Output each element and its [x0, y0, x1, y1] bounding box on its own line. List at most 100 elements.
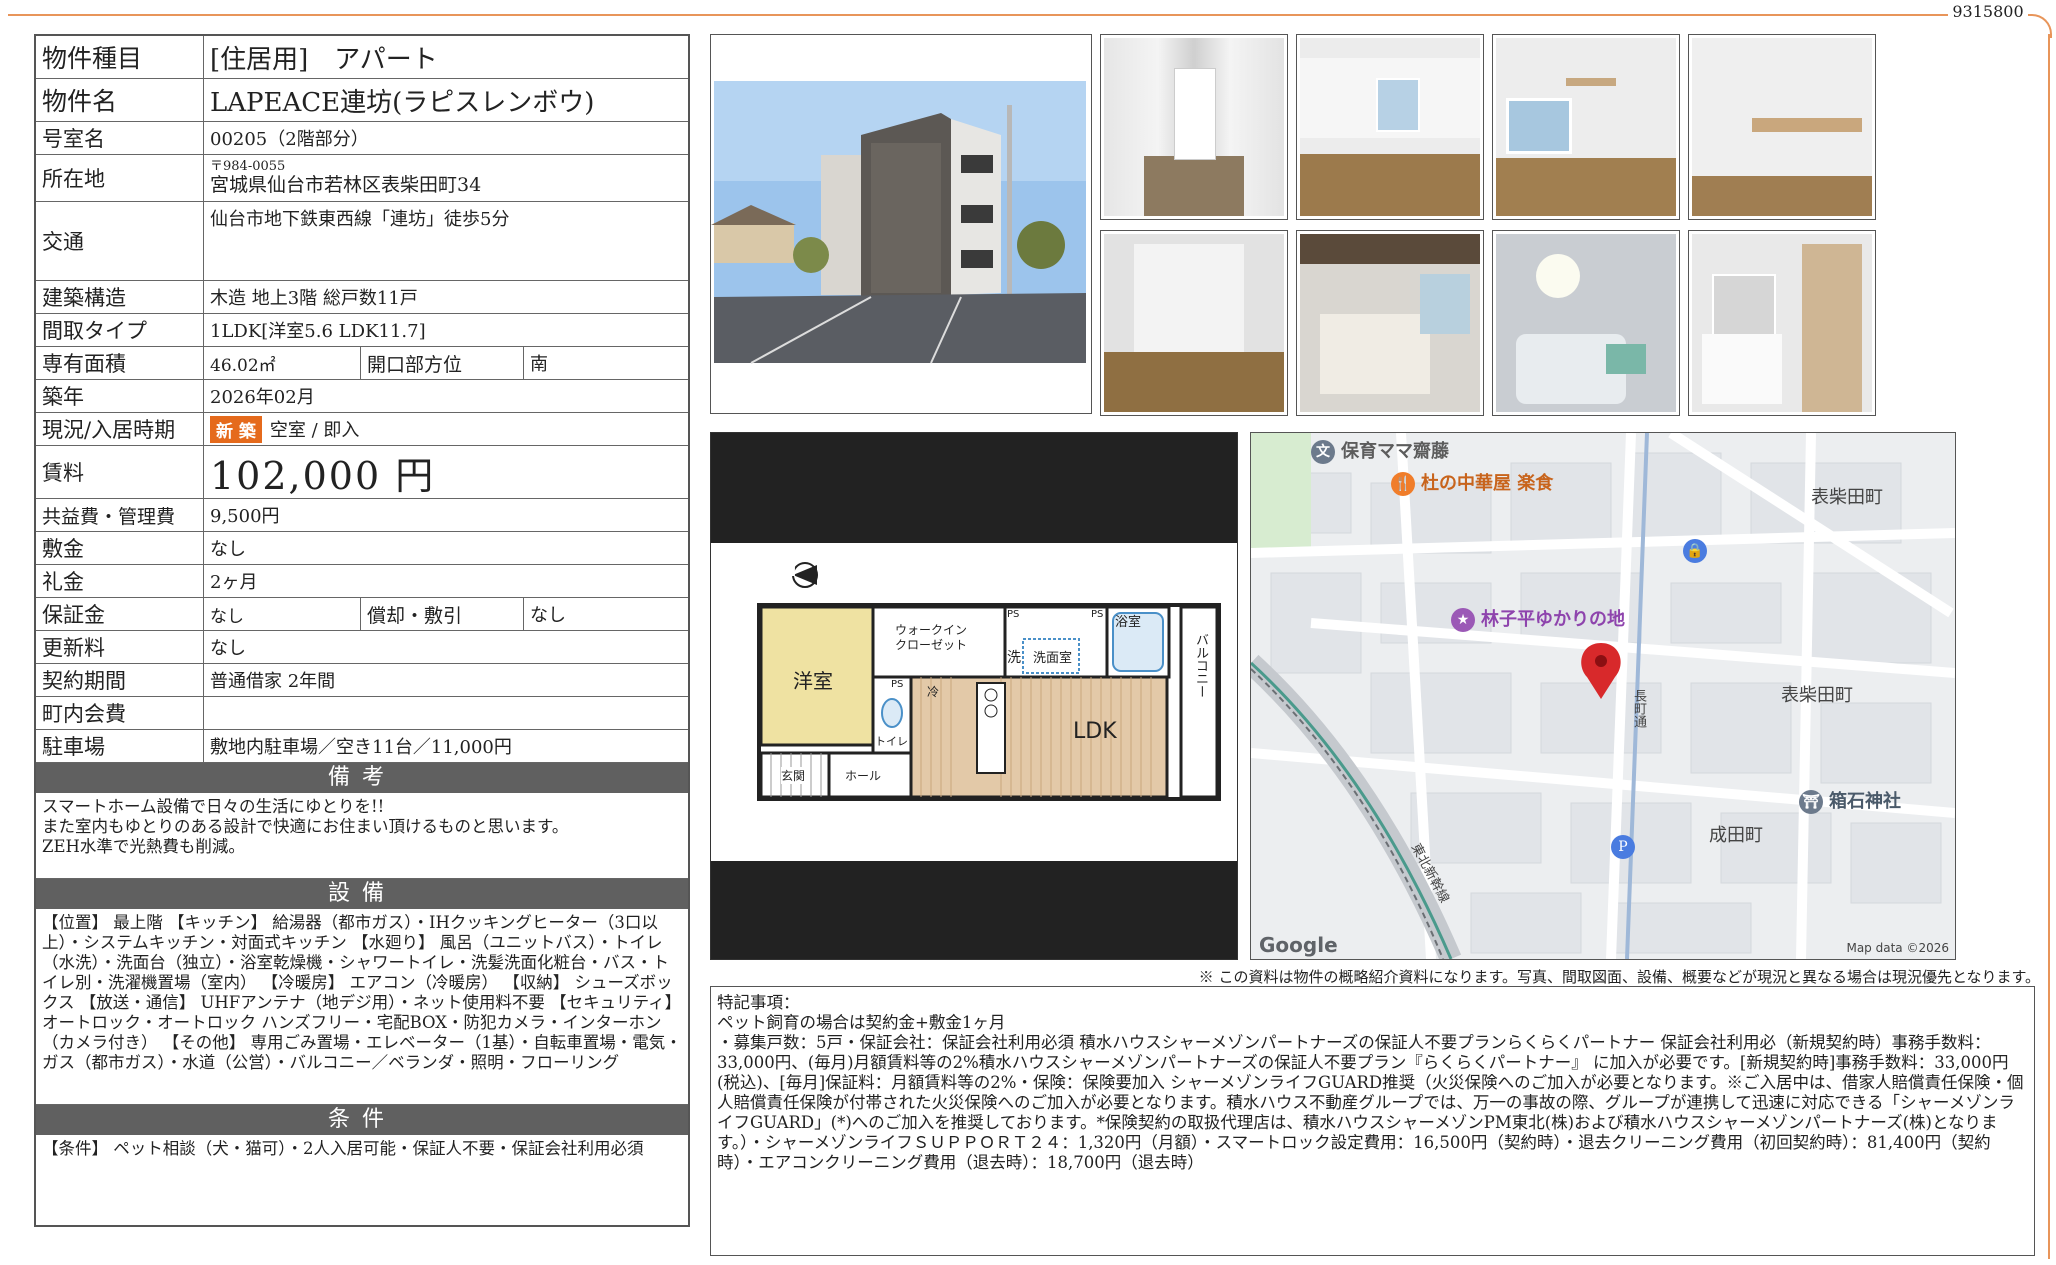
label-guarantee: 保証金 [36, 598, 204, 630]
school-icon: 文 [1311, 440, 1335, 464]
label-direction: 開口部方位 [360, 347, 524, 379]
value-key-money: 2ヶ月 [210, 572, 258, 593]
row-layout: 間取タイプ 1LDK[洋室5.6 LDK11.7] [36, 314, 688, 347]
label-room: 号室名 [36, 122, 204, 154]
label-built: 築年 [36, 380, 204, 412]
row-built: 築年 2026年02月 [36, 380, 688, 413]
row-fee: 共益費・管理費 9,500円 [36, 499, 688, 532]
area-label-1: 表柴田町 [1811, 487, 1883, 508]
value-parking: 敷地内駐車場／空き11台／11,000円 [210, 737, 512, 758]
hall-label: ホール [845, 769, 882, 783]
value-layout: 1LDK[洋室5.6 LDK11.7] [210, 321, 426, 342]
interior-photo-hallway [1100, 34, 1288, 220]
equipment-text: 【位置】 最上階 【キッチン】 給湯器（都市ガス）・IHクッキングヒーター（3口… [36, 909, 688, 1105]
restaurant-icon: 🍴 [1391, 472, 1415, 496]
row-transit: 交通 仙台市地下鉄東西線「連坊」徒歩5分 [36, 202, 688, 281]
label-structure: 建築構造 [36, 281, 204, 313]
exterior-photo [710, 34, 1092, 414]
ps-label-2: PS [1091, 609, 1104, 620]
value-built: 2026年02月 [210, 387, 315, 408]
label-renewal: 更新料 [36, 631, 204, 663]
interior-photo-room-1 [1296, 34, 1484, 220]
interior-photo-closet [1100, 230, 1288, 416]
value-address: 〒984-0055 宮城県仙台市若林区表柴田町34 [204, 155, 688, 201]
poi-shrine[interactable]: ⛩ 箱石神社 [1799, 787, 1901, 814]
interior-photo-kitchen [1296, 230, 1484, 416]
label-address: 所在地 [36, 155, 204, 201]
label-layout: 間取タイプ [36, 314, 204, 346]
label-status: 現況/入居時期 [36, 413, 204, 445]
value-room: 00205（2階部分） [210, 129, 369, 150]
label-area: 専有面積 [36, 347, 204, 379]
row-structure: 建築構造 木造 地上3階 総戸数11戸 [36, 281, 688, 314]
value-status: 新 築 空室 / 即入 [204, 413, 688, 445]
remarks-line-2: また室内もゆとりのある設計で快適にお住まい頂けるものと思います。 [42, 817, 569, 836]
interior-photo-bathroom [1492, 230, 1680, 416]
row-area: 専有面積 46.02㎡ 開口部方位 南 [36, 347, 688, 380]
label-contract: 契約期間 [36, 664, 204, 696]
poi-school[interactable]: 文保育ママ齋藤 [1311, 437, 1449, 464]
closet-photo-image [1104, 234, 1284, 412]
row-address: 所在地 〒984-0055 宮城県仙台市若林区表柴田町34 [36, 155, 688, 202]
location-map[interactable]: 文保育ママ齋藤 🍴 杜の中華屋 楽食 ★ 林子平ゆかりの地 ⛩ 箱石神社 🔒 P 表柴… [1250, 432, 1956, 960]
value-name: LAPEACE連坊(ラピスレンボウ) [210, 87, 595, 118]
washroom-photo-image [1692, 234, 1872, 412]
value-contract: 普通借家 2年間 [210, 671, 336, 692]
washing-machine-label: 洗 [1007, 650, 1021, 666]
address-text: 宮城県仙台市若林区表柴田町34 [210, 174, 482, 196]
conditions-text: 【条件】 ペット相談（犬・猫可）・2人入居可能・保証人不要・保証会社利用必須 [42, 1139, 644, 1158]
street-label: 長町通 [1631, 689, 1646, 728]
shrine-icon: ⛩ [1799, 790, 1823, 814]
washroom-label: 洗面室 [1033, 651, 1073, 666]
area-label-2: 表柴田町 [1781, 685, 1853, 706]
label-parking: 駐車場 [36, 730, 204, 762]
desk-photo-image [1692, 38, 1872, 216]
balcony-label: バルコニー [1193, 633, 1208, 698]
interior-photo-washroom [1688, 230, 1876, 416]
floor-plan: N 洋室 ウォークイン クローゼット PS PS PS 洗 洗面室 浴室 バルコ… [710, 432, 1238, 960]
value-direction: 南 [530, 354, 548, 375]
walkin-closet-label: ウォークイン クローゼット [895, 623, 968, 652]
parking-icon[interactable]: P [1611, 835, 1635, 859]
room-1-photo-image [1300, 38, 1480, 216]
remarks-line-3: ZEH水準で光熱費も削減。 [42, 837, 245, 856]
map-attribution: Map data ©2026 [1846, 941, 1949, 955]
row-type: 物件種目 [住居用] アパート [36, 36, 688, 79]
value-rent: 102,000 円 [210, 453, 436, 498]
value-association [204, 697, 688, 729]
lock-icon[interactable]: 🔒 [1683, 539, 1707, 563]
value-guarantee: なし [210, 606, 244, 627]
value-area: 46.02㎡ [210, 355, 276, 376]
ps-label-1: PS [1007, 609, 1020, 620]
property-table: 物件種目 [住居用] アパート 物件名 LAPEACE連坊(ラピスレンボウ) 号… [34, 34, 690, 1227]
poi-school-label: 保育ママ齋藤 [1341, 441, 1449, 462]
value-renewal: なし [210, 638, 246, 659]
value-structure: 木造 地上3階 総戸数11戸 [210, 288, 418, 309]
value-fee: 9,500円 [210, 506, 280, 527]
poi-historic-site[interactable]: ★ 林子平ゆかりの地 [1451, 605, 1625, 632]
kitchen-photo-image [1300, 234, 1480, 412]
row-room: 号室名 00205（2階部分） [36, 122, 688, 155]
value-amortization: なし [530, 605, 566, 626]
frame-top-border [8, 14, 1933, 16]
google-logo: Google [1259, 933, 1338, 957]
row-rent: 賃料 102,000 円 [36, 446, 688, 499]
floor-plan-drawing [757, 562, 1221, 801]
value-transit: 仙台市地下鉄東西線「連坊」徒歩5分 [210, 209, 510, 230]
equipment-header: 設備 [36, 879, 688, 909]
ps-label-3: PS [891, 679, 904, 690]
poi-restaurant-label: 杜の中華屋 楽食 [1421, 473, 1554, 494]
room-2-photo-image [1496, 38, 1676, 216]
row-contract: 契約期間 普通借家 2年間 [36, 664, 688, 697]
ldk-label: LDK [1073, 719, 1117, 744]
poi-restaurant[interactable]: 🍴 杜の中華屋 楽食 [1391, 469, 1553, 496]
hallway-photo-image [1104, 38, 1284, 216]
bathroom-photo-image [1496, 234, 1676, 412]
row-deposit: 敷金 なし [36, 532, 688, 565]
entrance-label: 玄関 [781, 767, 806, 784]
row-renewal: 更新料 なし [36, 631, 688, 664]
poi-shrine-label: 箱石神社 [1829, 791, 1901, 812]
label-association: 町内会費 [36, 697, 204, 729]
remarks-box: スマートホーム設備で日々の生活にゆとりを!! また室内もゆとりのある設計で快適に… [36, 793, 688, 879]
room-western-label: 洋室 [793, 669, 833, 693]
